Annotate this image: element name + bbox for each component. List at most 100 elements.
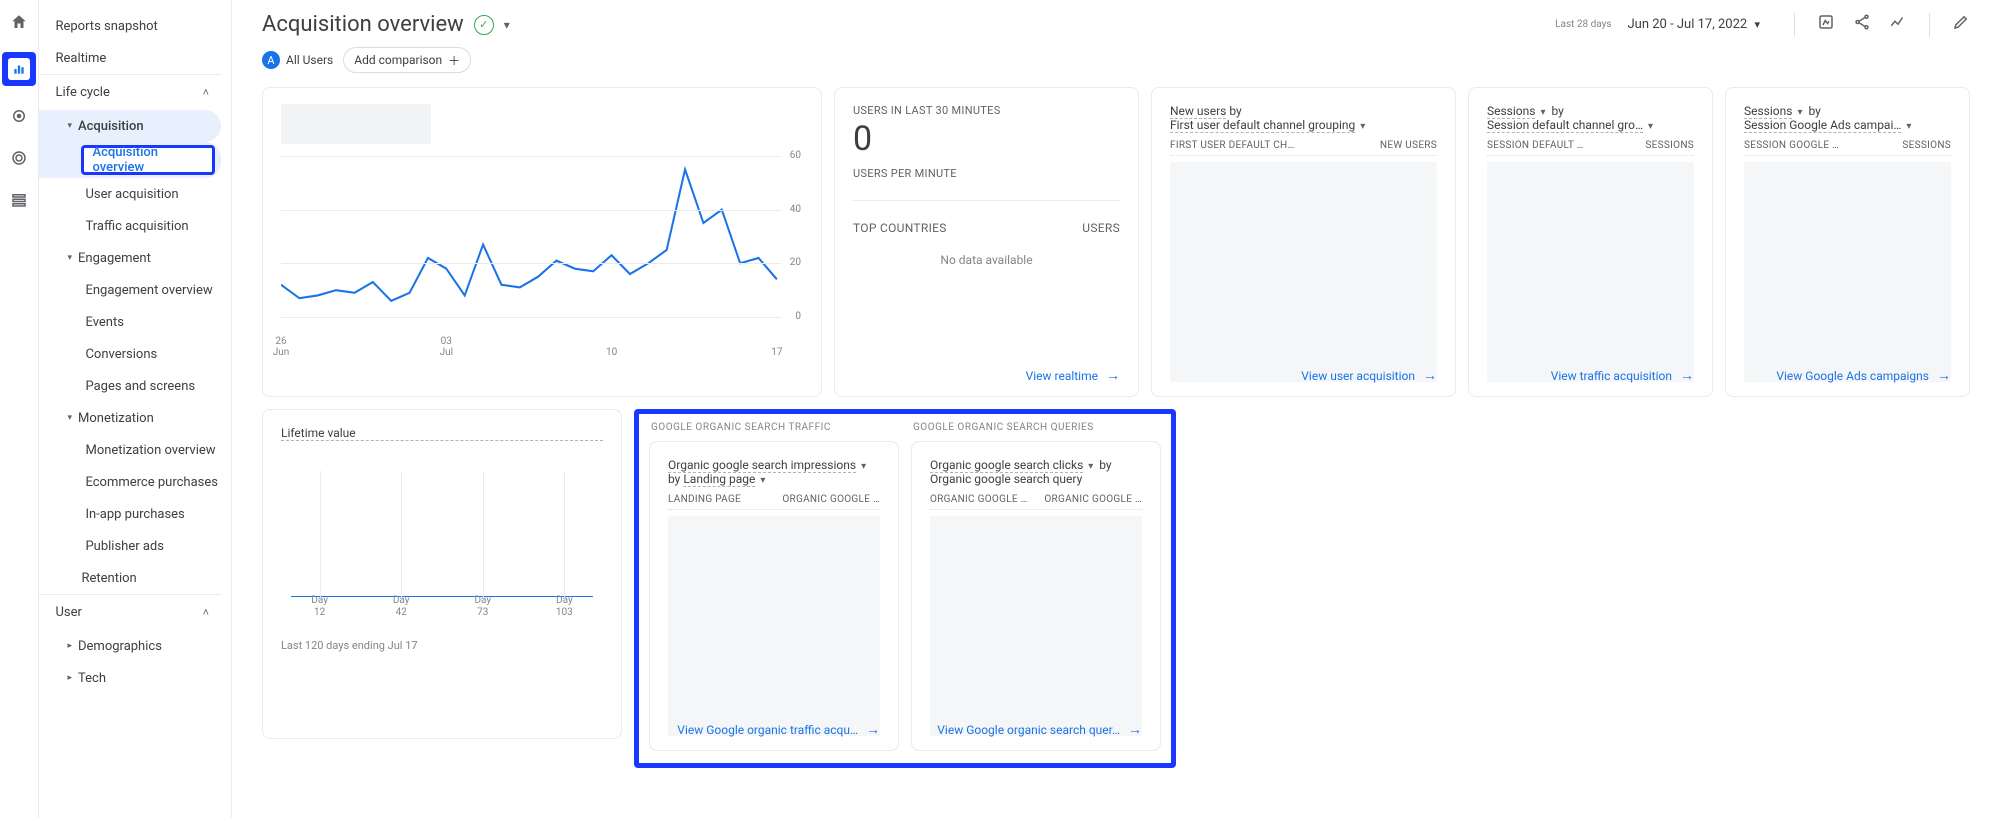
- dropdown-icon[interactable]: ▾: [861, 461, 866, 472]
- add-comparison-button[interactable]: Add comparison ＋: [343, 47, 471, 73]
- card-new-users-placeholder: [1170, 162, 1437, 382]
- chevron-down-icon: ▾: [1754, 18, 1760, 31]
- nav-traffic-acquisition[interactable]: Traffic acquisition: [39, 210, 221, 242]
- dropdown-icon[interactable]: ▾: [1648, 121, 1653, 132]
- card-sessions-ads-columns: Session Google … Sessions: [1744, 140, 1951, 156]
- chart-xtick: 26Jun: [273, 336, 290, 358]
- nav-acquisition[interactable]: ▾ Acquisition: [39, 110, 221, 142]
- link-view-ads-campaigns[interactable]: View Google Ads campaigns→: [1776, 367, 1951, 384]
- link-view-search-queries[interactable]: View Google organic search quer…→: [937, 721, 1142, 738]
- nav-retention[interactable]: Retention: [39, 562, 221, 594]
- rail-home-icon[interactable]: [7, 10, 31, 34]
- nav-pages-screens[interactable]: Pages and screens: [39, 370, 221, 402]
- arrow-right-icon: →: [1937, 367, 1951, 384]
- dropdown-icon[interactable]: ▾: [1088, 461, 1093, 472]
- realtime-count: 0: [853, 119, 1120, 159]
- dropdown-icon[interactable]: ▾: [1797, 107, 1802, 118]
- share-icon[interactable]: [1853, 13, 1871, 31]
- chart-xtick: 17: [771, 347, 782, 358]
- dropdown-icon[interactable]: ▾: [760, 475, 765, 486]
- nav-section-label: Life cycle: [55, 85, 109, 100]
- arrow-right-icon: →: [1423, 367, 1437, 384]
- card-search-queries-placeholder: [930, 516, 1142, 736]
- link-view-traffic-acquisition[interactable]: View traffic acquisition→: [1551, 367, 1694, 384]
- nav-tech[interactable]: ▸ Tech: [39, 662, 221, 694]
- link-view-realtime[interactable]: View realtime→: [1026, 367, 1120, 384]
- rail-advertising-icon[interactable]: [7, 146, 31, 170]
- realtime-label-perminute: Users per minute: [853, 167, 1120, 180]
- link-view-user-acquisition[interactable]: View user acquisition→: [1301, 367, 1437, 384]
- insights-icon[interactable]: [1889, 13, 1907, 31]
- highlight-search-console-group: Google organic search traffic Organic go…: [634, 409, 1176, 768]
- customize-report-icon[interactable]: [1817, 13, 1835, 31]
- date-range-picker[interactable]: Jun 20 - Jul 17, 2022 ▾: [1627, 17, 1760, 32]
- nav-monetization[interactable]: ▾ Monetization: [39, 402, 221, 434]
- chart-ytick: 20: [790, 257, 801, 268]
- nav-ecommerce-purchases[interactable]: Ecommerce purchases: [39, 466, 221, 498]
- rail-configure-icon[interactable]: [7, 188, 31, 212]
- nav-user-acquisition[interactable]: User acquisition: [39, 178, 221, 210]
- chart-ytick: 60: [790, 150, 801, 161]
- chart-ytick: 40: [790, 204, 801, 215]
- nav-demographics[interactable]: ▸ Demographics: [39, 630, 221, 662]
- card-sessions-channel-placeholder: [1487, 162, 1694, 382]
- chip-all-users[interactable]: A All Users: [262, 51, 333, 69]
- nav-reports-snapshot[interactable]: Reports snapshot: [39, 10, 221, 42]
- nav-acquisition-overview[interactable]: Acquisition overview: [81, 145, 215, 175]
- nav-events[interactable]: Events: [39, 306, 221, 338]
- title-dropdown-icon[interactable]: ▾: [504, 18, 510, 32]
- topbar: Acquisition overview ✓ ▾ Last 28 days Ju…: [232, 0, 2000, 41]
- rail-reports-icon[interactable]: [2, 52, 36, 86]
- metric-tab-placeholder[interactable]: [281, 104, 431, 144]
- arrow-right-icon: →: [1128, 721, 1142, 738]
- section-label-search-traffic: Google organic search traffic: [651, 422, 899, 433]
- icon-rail: [0, 0, 39, 818]
- chevron-up-icon: ˄: [203, 86, 209, 99]
- card-new-users-title: New users by First user default channel …: [1170, 104, 1437, 132]
- caret-right-icon: ▸: [67, 641, 72, 651]
- card-sessions-ads-title: Sessions ▾ by Session Google Ads campai……: [1744, 104, 1951, 132]
- page-title: Acquisition overview: [262, 12, 464, 37]
- nav-section-user[interactable]: User ˄: [39, 594, 221, 630]
- nav-monetization-overview[interactable]: Monetization overview: [39, 434, 221, 466]
- nav-publisher-ads[interactable]: Publisher ads: [39, 530, 221, 562]
- verified-badge-icon[interactable]: ✓: [474, 15, 494, 35]
- lifetime-chart: Day12Day42Day73Day103: [281, 461, 603, 611]
- lifetime-xtick: Day103: [540, 595, 588, 619]
- card-lifetime-value: Lifetime value Day12Day42Day73Day103 Las…: [262, 409, 622, 739]
- chip-all-users-badge: A: [262, 51, 280, 69]
- chart-xtick: 10: [606, 347, 617, 358]
- arrow-right-icon: →: [866, 721, 880, 738]
- lifetime-xtick: Day73: [459, 595, 507, 619]
- card-search-traffic-columns: Landing page Organic Google …: [668, 494, 880, 510]
- arrow-right-icon: →: [1106, 367, 1120, 384]
- nav-realtime[interactable]: Realtime: [39, 42, 221, 74]
- card-sessions-ads: Sessions ▾ by Session Google Ads campai……: [1725, 87, 1970, 397]
- dropdown-icon[interactable]: ▾: [1540, 107, 1545, 118]
- nav-conversions[interactable]: Conversions: [39, 338, 221, 370]
- card-new-users-columns: First user default ch… New users: [1170, 140, 1437, 156]
- lifetime-xtick: Day42: [377, 595, 425, 619]
- nav-section-life-cycle[interactable]: Life cycle ˄: [39, 74, 221, 110]
- main: Acquisition overview ✓ ▾ Last 28 days Ju…: [232, 0, 2000, 818]
- rail-explore-icon[interactable]: [7, 104, 31, 128]
- plus-icon: ＋: [448, 52, 460, 69]
- card-search-traffic: Organic google search impressions ▾ by L…: [649, 441, 899, 751]
- nav-acq-overview-wrap: Acquisition overview: [39, 142, 221, 178]
- dropdown-icon[interactable]: ▾: [1906, 121, 1911, 132]
- nav-inapp-purchases[interactable]: In-app purchases: [39, 498, 221, 530]
- dropdown-icon[interactable]: ▾: [1360, 121, 1365, 132]
- comparison-bar: A All Users Add comparison ＋: [232, 41, 2000, 87]
- nav-engagement[interactable]: ▾ Engagement: [39, 242, 221, 274]
- edit-icon[interactable]: [1952, 13, 1970, 31]
- nav-engagement-overview[interactable]: Engagement overview: [39, 274, 221, 306]
- card-sessions-channel-title: Sessions ▾ by Session default channel gr…: [1487, 104, 1694, 132]
- link-view-search-traffic[interactable]: View Google organic traffic acqu…→: [677, 721, 880, 738]
- lifetime-title: Lifetime value: [281, 426, 603, 441]
- caret-down-icon: ▾: [67, 413, 72, 423]
- caret-down-icon: ▾: [67, 121, 72, 131]
- card-new-users: New users by First user default channel …: [1151, 87, 1456, 397]
- top-action-icons: [1790, 13, 1970, 37]
- users-trend-chart: 020406026Jun03Jul1017: [281, 156, 803, 336]
- card-search-queries-title: Organic google search clicks ▾ by Organi…: [930, 458, 1142, 486]
